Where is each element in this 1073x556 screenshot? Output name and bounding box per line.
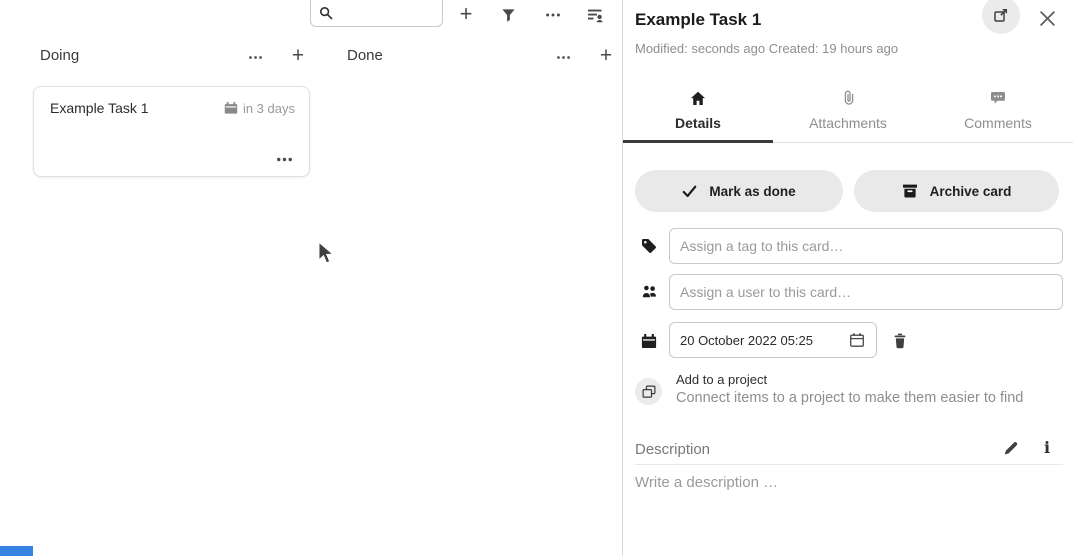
card-detail-panel: Example Task 1 Modified: seconds ago Cre… [623, 0, 1073, 556]
card-title: Example Task 1 [50, 100, 149, 116]
filter-icon [501, 8, 516, 23]
project-icon [635, 378, 662, 405]
doing-column-add-button[interactable]: + [287, 44, 309, 66]
board-menu-button[interactable] [539, 1, 567, 29]
search-icon [319, 6, 334, 21]
open-calendar-button[interactable] [846, 329, 868, 351]
mark-as-done-button[interactable]: Mark as done [635, 170, 843, 212]
card-actions: Mark as done Archive card [635, 170, 1059, 212]
users-icon [641, 284, 658, 299]
description-label: Description [635, 441, 710, 458]
column-title-done: Done [347, 47, 383, 64]
menu-dots-icon [545, 7, 561, 23]
panel-title: Example Task 1 [635, 10, 761, 30]
panel-meta-text: Modified: seconds ago Created: 19 hours … [635, 41, 898, 56]
edit-description-button[interactable] [1000, 437, 1022, 459]
add-to-project-row[interactable]: Add to a project Connect items to a proj… [635, 372, 1061, 406]
kanban-board: + Doing + Done + [0, 0, 622, 556]
popout-icon [993, 7, 1009, 23]
tag-icon [641, 238, 657, 254]
sort-by-user-button[interactable] [581, 1, 609, 29]
search-input[interactable] [310, 0, 443, 27]
home-icon [690, 90, 706, 106]
card-due-date: in 3 days [224, 101, 295, 116]
column-title-doing: Doing [40, 47, 79, 64]
kanban-card[interactable]: Example Task 1 in 3 days [33, 86, 310, 177]
add-card-button[interactable]: + [452, 0, 480, 28]
calendar-icon [224, 101, 238, 115]
tab-attachments[interactable]: Attachments [773, 85, 923, 142]
tab-details[interactable]: Details [623, 85, 773, 142]
mouse-cursor [316, 242, 336, 266]
description-placeholder[interactable]: Write a description … [635, 474, 778, 491]
card-menu-button[interactable] [273, 150, 295, 168]
info-icon: i [1044, 438, 1050, 457]
due-date-value: 20 October 2022 05:25 [680, 333, 846, 348]
calendar-icon [641, 333, 657, 349]
description-divider [635, 464, 1063, 465]
comment-icon [990, 90, 1006, 106]
bottom-left-accent-bar [0, 546, 33, 556]
done-column-menu-button[interactable] [552, 46, 574, 68]
add-to-project-title: Add to a project [676, 372, 1023, 387]
remove-date-button[interactable] [889, 330, 911, 352]
filter-button[interactable] [494, 1, 522, 29]
panel-tabs: Details Attachments Comments [623, 85, 1073, 143]
assign-tag-input[interactable] [669, 228, 1063, 264]
description-info-button[interactable]: i [1037, 436, 1057, 458]
tab-comments[interactable]: Comments [923, 85, 1073, 142]
add-to-project-subtitle: Connect items to a project to make them … [676, 390, 1023, 406]
sort-by-user-icon [587, 7, 604, 24]
archive-icon [902, 183, 918, 199]
assign-user-input[interactable] [669, 274, 1063, 310]
due-date-field[interactable]: 20 October 2022 05:25 [669, 322, 877, 358]
done-column-add-button[interactable]: + [595, 44, 617, 66]
close-panel-button[interactable] [1036, 7, 1058, 29]
archive-card-button[interactable]: Archive card [854, 170, 1059, 212]
popout-button[interactable] [982, 0, 1020, 34]
close-icon [1039, 10, 1056, 27]
doing-column-menu-button[interactable] [244, 46, 266, 68]
check-icon [682, 185, 697, 198]
pencil-icon [1003, 440, 1019, 456]
paperclip-icon [842, 90, 855, 106]
